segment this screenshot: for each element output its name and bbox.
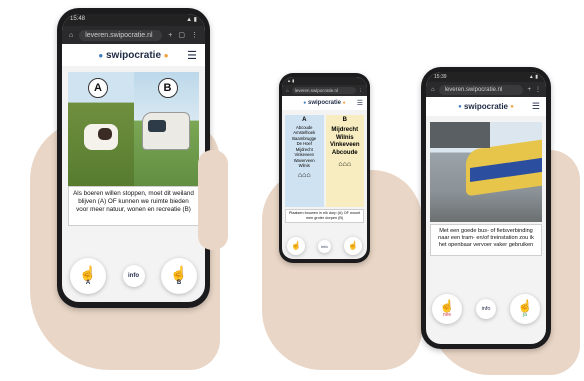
statement-caption: Als boeren willen stoppen, moet dit weil… [68, 186, 199, 226]
swipe-left-button[interactable]: ☝ [287, 237, 305, 255]
browser-bar: ⌂ leveren.swipocratie.nl ⋮ [282, 85, 367, 96]
vote-buttons: ☝ info ☝ [282, 237, 367, 255]
swipe-hand-right-icon: ☝ [517, 299, 533, 313]
swipe-right-button[interactable]: ☝ B [161, 258, 197, 294]
brand-dot-blue: ● [98, 50, 104, 60]
swipe-no-button[interactable]: ☝ nee [432, 294, 462, 324]
new-tab-icon[interactable]: + [527, 87, 531, 93]
phone-left: 15:48 ▲ ▮ ⌂ leveren.swipocratie.nl + ▢ ⋮… [57, 8, 210, 308]
brand-logo: swipocratie [463, 102, 508, 111]
status-time: 15:48 [70, 16, 86, 22]
thumb-left [198, 150, 228, 250]
phone-right: 15:39 ▲ ▮ ⌂ leveren.swipocratie.nl + ⋮ ●… [421, 67, 551, 349]
option-a-badge: A [88, 78, 108, 98]
url-field[interactable]: leveren.swipocratie.nl [291, 87, 356, 94]
new-tab-icon[interactable]: + [168, 32, 172, 39]
option-a-column[interactable]: A Abcoude Amstelhoek Baambrugge De Hoef Mijd… [285, 115, 324, 207]
tabs-icon[interactable]: ▢ [178, 31, 185, 39]
swipe-right-label: B [176, 280, 182, 286]
brand-dot-blue: ● [303, 100, 307, 106]
option-a-list: Abcoude Amstelhoek Baambrugge De Hoef Mijdre… [285, 125, 324, 169]
browser-bar: ⌂ leveren.swipocratie.nl + ⋮ [426, 82, 546, 97]
hamburger-menu-icon[interactable]: ☰ [187, 49, 197, 62]
statement-caption: Plaatsen bouwen in elk dorp (A) OF woont… [285, 209, 364, 223]
brand-dot-orange: ● [163, 50, 169, 60]
phone-middle-screen: ▲ ▮ ⌂ leveren.swipocratie.nl ⋮ ● swipocr… [282, 77, 367, 259]
status-icons: ▲ ▮ [528, 74, 538, 80]
browser-bar: ⌂ leveren.swipocratie.nl + ▢ ⋮ [62, 26, 205, 44]
info-button[interactable]: info [318, 239, 331, 253]
status-bar: 15:39 ▲ ▮ [426, 72, 546, 82]
swipe-left-button[interactable]: ☝ A [70, 258, 106, 294]
more-icon[interactable]: ⋮ [191, 31, 198, 39]
swipe-no-label: nee [442, 312, 452, 318]
status-time: 15:39 [434, 74, 447, 80]
info-label: info [321, 243, 328, 249]
houses-icon-a: ⌂⌂⌂ [297, 171, 311, 179]
swipe-yes-button[interactable]: ☝ ja [510, 294, 540, 324]
home-icon[interactable]: ⌂ [286, 88, 289, 93]
option-columns: A Abcoude Amstelhoek Baambrugge De Hoef Mijd… [285, 115, 364, 207]
vote-buttons: ☝ A info ☝ B [62, 258, 205, 294]
option-b-header: B [342, 117, 347, 123]
swipe-hand-left-icon: ☝ [439, 299, 455, 313]
option-b-list: Mijdrecht Wilnis Vinkeveen Abcoude [326, 127, 365, 157]
info-button[interactable]: info [122, 265, 145, 287]
swipe-yes-label: ja [523, 312, 527, 318]
app-header: ● swipocratie ● ☰ [62, 44, 205, 66]
brand-dot-orange: ● [510, 103, 514, 110]
hamburger-menu-icon[interactable]: ☰ [357, 99, 363, 107]
app-header: ● swipocratie ● ☰ [426, 97, 546, 116]
status-bar: ▲ ▮ [282, 77, 367, 85]
app-header: ● swipocratie ● ☰ [282, 96, 367, 110]
more-icon[interactable]: ⋮ [535, 86, 541, 93]
list-item: Abcoude [331, 149, 358, 156]
list-item: Wilnis [298, 163, 310, 169]
brand-dot-blue: ● [458, 103, 462, 110]
option-b-photo[interactable]: B [133, 72, 199, 192]
phone-middle: ▲ ▮ ⌂ leveren.swipocratie.nl ⋮ ● swipocr… [279, 73, 370, 263]
cow-patch [98, 128, 112, 140]
status-icons: ▲ ▮ [186, 17, 197, 23]
more-icon[interactable]: ⋮ [359, 88, 364, 94]
swipe-hand-right-icon: ☝ [348, 241, 358, 250]
option-b-column[interactable]: B Mijdrecht Wilnis Vinkeveen Abcoude ⌂⌂⌂ [325, 115, 365, 207]
list-item: Wilnis [335, 134, 354, 141]
image-pair: A B [68, 72, 199, 192]
home-icon[interactable]: ⌂ [431, 87, 435, 93]
swipe-left-label: A [85, 280, 91, 286]
statement-caption: Met een goede bus- of fietsverbinding na… [430, 224, 542, 256]
url-field[interactable]: leveren.swipocratie.nl [79, 29, 163, 41]
info-label: info [128, 273, 139, 279]
info-button[interactable]: info [476, 299, 496, 319]
caravan-window [147, 120, 166, 132]
statement-photo [430, 122, 542, 222]
home-icon[interactable]: ⌂ [69, 32, 73, 39]
hamburger-menu-icon[interactable]: ☰ [532, 101, 540, 112]
info-label: info [481, 306, 491, 312]
option-b-badge: B [157, 78, 178, 98]
option-a-header: A [302, 117, 307, 123]
swipe-hand-right-icon: ☝ [170, 265, 188, 281]
brand-logo: swipocratie [105, 49, 162, 61]
option-a-photo[interactable]: A [68, 72, 134, 192]
swipe-right-button[interactable]: ☝ [344, 237, 362, 255]
url-field[interactable]: leveren.swipocratie.nl [438, 84, 524, 95]
platform-roof [430, 122, 490, 148]
houses-icon-b: ⌂⌂⌂ [338, 161, 352, 168]
status-bar: 15:48 ▲ ▮ [62, 14, 205, 26]
brand-dot-orange: ● [342, 100, 346, 106]
list-item: Mijdrecht [331, 127, 359, 133]
vote-buttons: ☝ nee info ☝ ja [426, 294, 546, 324]
swipe-hand-left-icon: ☝ [291, 241, 301, 250]
phone-left-screen: 15:48 ▲ ▮ ⌂ leveren.swipocratie.nl + ▢ ⋮… [62, 14, 205, 302]
status-icons: ▲ ▮ [287, 78, 295, 83]
brand-logo: swipocratie [307, 100, 341, 106]
phone-right-screen: 15:39 ▲ ▮ ⌂ leveren.swipocratie.nl + ⋮ ●… [426, 72, 546, 344]
swipe-hand-left-icon: ☝ [79, 265, 97, 281]
list-item: Vinkeveen [329, 142, 360, 148]
